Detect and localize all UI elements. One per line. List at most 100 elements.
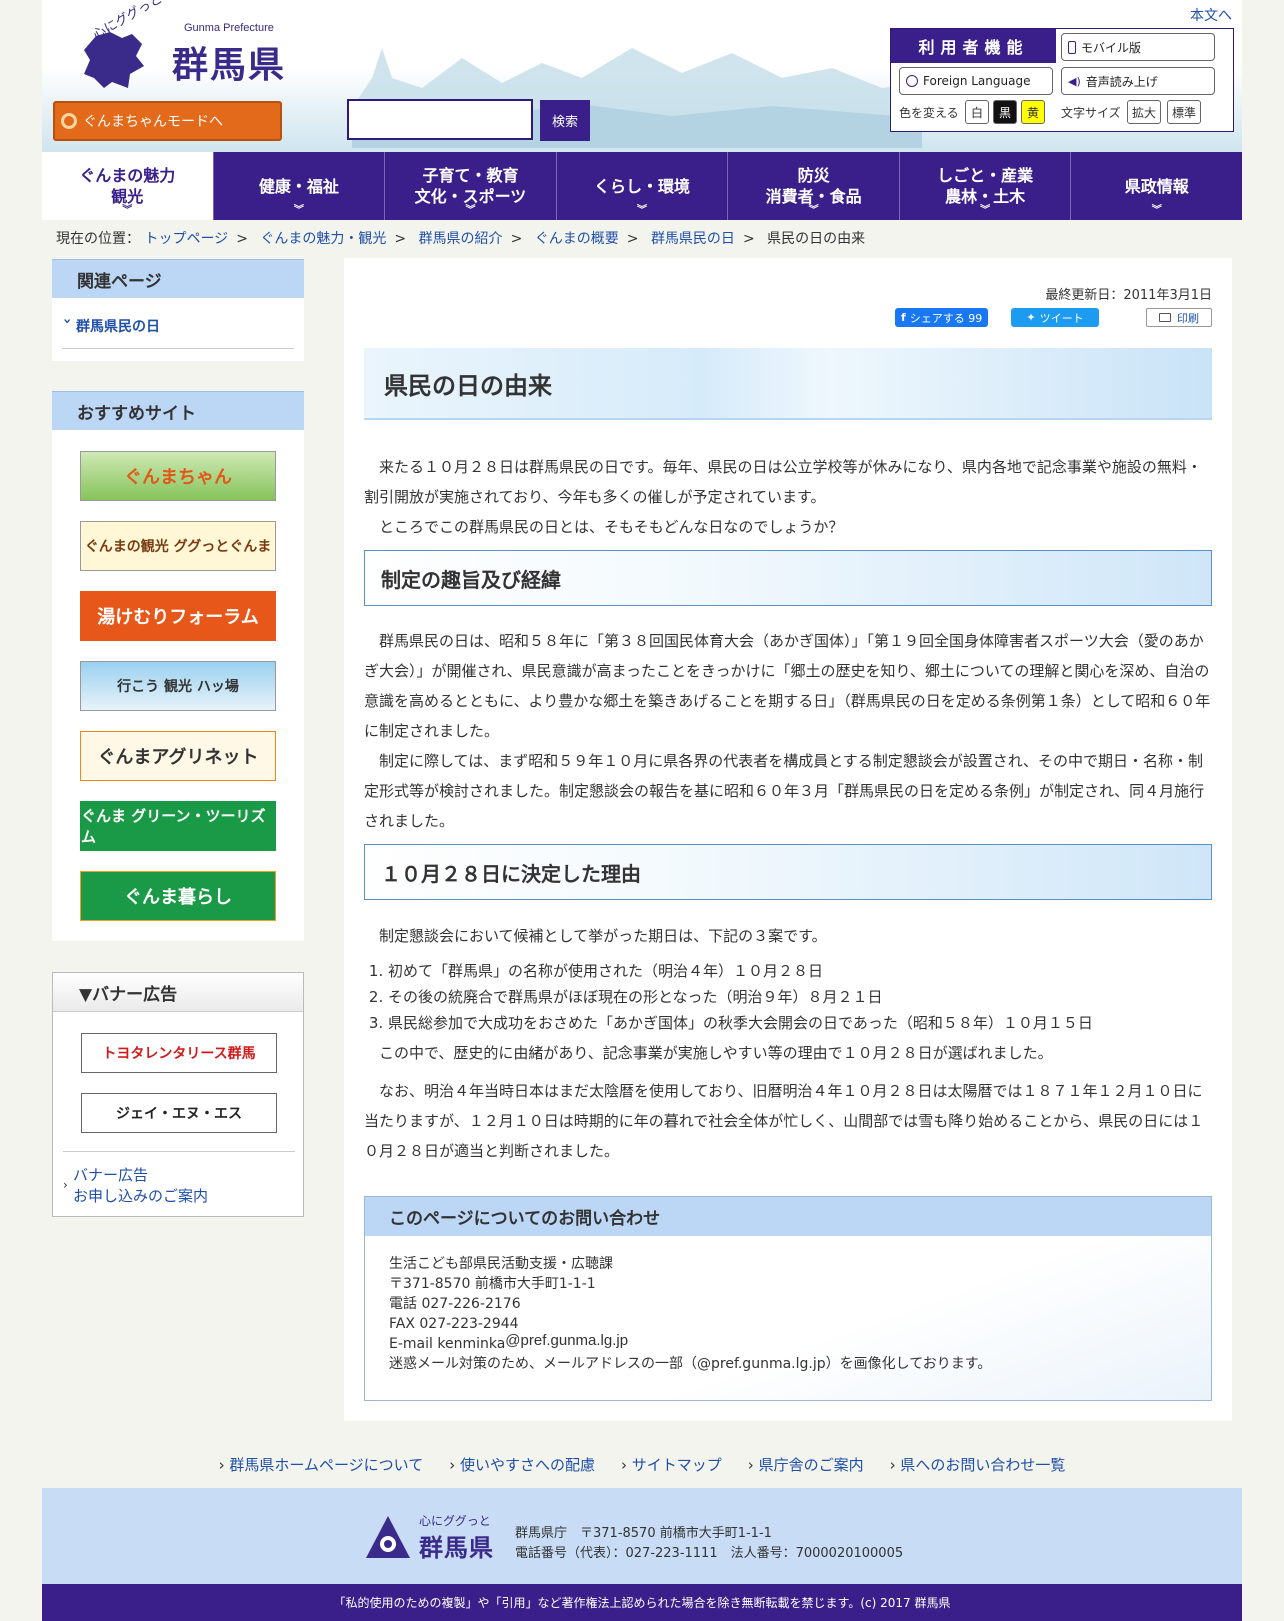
contact-department: 生活こども部県民活動支援・広聴課: [389, 1256, 613, 1272]
breadcrumb-link[interactable]: 群馬県の紹介: [419, 231, 503, 247]
contact-address: 〒371-8570 前橋市大手町1-1-1: [389, 1276, 596, 1292]
site-logo[interactable]: 心にググっと Gunma Prefecture 群馬県: [60, 0, 290, 92]
breadcrumb-link[interactable]: トップページ: [144, 231, 228, 247]
breadcrumb-link[interactable]: 群馬県民の日: [651, 231, 735, 247]
list-item: 県民総参加で大成功をおさめた「あかぎ国体」の秋季大会開会の日であった（昭和５８年…: [388, 1010, 1208, 1036]
banner-yamba[interactable]: 行こう 観光 ハッ場: [80, 661, 276, 711]
footer-link-sitemap[interactable]: サイトマップ: [621, 1454, 722, 1478]
contact-email: E-mail kenminka@pref.gunma.lg.jp: [389, 1332, 991, 1354]
font-size-label: 文字サイズ: [1061, 106, 1121, 120]
gunma-mode-label: ぐんまちゃんモードへ: [83, 114, 223, 130]
speaker-icon: ◀): [1068, 74, 1081, 88]
link-text: バナー広告: [73, 1166, 149, 1184]
footer-info: 群馬県庁 〒371-8570 前橋市大手町1-1-1 電話番号（代表）：027-…: [515, 1524, 903, 1564]
color-white-button[interactable]: 白: [965, 100, 989, 124]
divider: [63, 1151, 295, 1152]
page-title: 県民の日の由来: [364, 348, 1212, 420]
banner-gunma-kurashi[interactable]: ぐんま暮らし: [80, 871, 276, 921]
section-heading-reason: １０月２８日に決定した理由: [364, 844, 1212, 900]
banner-gunma-kanko[interactable]: ぐんまの観光 ググっとぐんま: [80, 521, 276, 571]
banner-text: 湯けむりフォーラム: [97, 607, 259, 628]
tweet-button[interactable]: ✦ ツイート: [1011, 308, 1099, 327]
contact-heading: このページについてのお問い合わせ: [365, 1197, 1211, 1236]
banner-agrinet[interactable]: ぐんまアグリネット: [80, 731, 276, 781]
gnav-label: くらし・環境: [594, 176, 691, 196]
mobile-version-button[interactable]: モバイル版: [1061, 33, 1215, 61]
logo-japanese: 群馬県: [172, 45, 287, 86]
copyright: 「私的使用のための複製」や「引用」など著作権法上認められた場合を除き無断転載を禁…: [42, 1584, 1242, 1621]
color-change-label: 色を変える: [899, 106, 959, 120]
skip-to-content-link[interactable]: 本文へ: [1190, 5, 1232, 25]
reason-note: なお、明治４年当時日本はまだ太陰暦を使用しており、旧暦明治４年１０月２８日は太陽…: [364, 1082, 1204, 1160]
banner-text: ぐんまの観光 ググっとぐんま: [84, 539, 272, 555]
gunma-chan-mode-button[interactable]: ぐんまちゃんモードへ: [53, 101, 282, 141]
banner-ad-info-link[interactable]: › バナー広告 お申し込みのご案内: [63, 1165, 208, 1207]
gunma-map-icon: [84, 32, 144, 88]
related-pages-heading: 関連ページ: [52, 259, 304, 298]
foreign-language-button[interactable]: Foreign Language: [899, 67, 1053, 95]
list-item: その後の統廃合で群馬県がほぼ現在の形となった（明治９年）８月２１日: [388, 984, 1208, 1010]
font-enlarge-button[interactable]: 拡大: [1127, 100, 1162, 124]
gnav-item-childcare-education[interactable]: 子育て・教育 文化・スポーツ ︾: [385, 152, 557, 220]
contact-details: 生活こども部県民活動支援・広聴課 〒371-8570 前橋市大手町1-1-1 電…: [389, 1254, 991, 1374]
banner-text: ぐんまアグリネット: [97, 747, 259, 768]
gnav-label: しごと・産業: [937, 166, 1034, 185]
share-label: シェアする 99: [909, 311, 983, 325]
breadcrumb-separator: >: [626, 231, 639, 247]
list-item: 初めて「群馬県」の名称が使用された（明治４年）１０月２８日: [388, 958, 1208, 984]
ad-toyota-rent-lease[interactable]: トヨタレンタリース群馬: [81, 1033, 277, 1073]
contact-email-note: 迷惑メール対策のため、メールアドレスの一部（@pref.gunma.lg.jp）…: [389, 1356, 992, 1372]
last-updated: 最終更新日：2011年3月1日: [1045, 288, 1212, 303]
banner-text: 行こう 観光 ハッ場: [117, 679, 239, 695]
search-button[interactable]: 検索: [540, 100, 590, 141]
user-functions-title: 利用者機能: [891, 29, 1056, 63]
breadcrumb-separator: >: [510, 231, 523, 247]
gnav-item-prefectural-info[interactable]: 県政情報 ︾: [1071, 152, 1242, 220]
gnav-label: 観光: [111, 187, 144, 206]
gnav-label: 農林・土木: [945, 187, 1026, 206]
footer-link-inquiries[interactable]: 県へのお問い合わせ一覧: [890, 1454, 1065, 1478]
gnav-item-work-industry[interactable]: しごと・産業 農林・土木 ︾: [900, 152, 1072, 220]
color-black-button[interactable]: 黒: [993, 100, 1017, 124]
gnav-item-living-environment[interactable]: くらし・環境 ︾: [557, 152, 729, 220]
breadcrumb-separator: >: [742, 231, 755, 247]
banner-green-tourism[interactable]: ぐんま グリーン・ツーリズム: [80, 801, 276, 851]
voice-reading-button[interactable]: ◀) 音声読み上げ: [1061, 67, 1215, 95]
email-local: E-mail kenminka: [389, 1336, 506, 1352]
chevron-down-icon: ︾: [980, 205, 991, 216]
facebook-share-button[interactable]: f シェアする 99: [895, 308, 989, 327]
banner-text: ぐんまちゃん: [124, 467, 232, 488]
breadcrumb-link[interactable]: ぐんまの概要: [535, 231, 619, 247]
voice-label: 音声読み上げ: [1085, 74, 1158, 89]
purpose-paragraph-2: 制定に際しては、まず昭和５９年１０月に県各界の代表者を構成員とする制定懇談会が設…: [364, 752, 1205, 830]
recommended-sites-heading: おすすめサイト: [52, 391, 304, 430]
intro-paragraph: 来たる１０月２８日は群馬県民の日です。毎年、県民の日は公立学校等が休みになり、県…: [364, 458, 1202, 506]
gnav-label: 文化・スポーツ: [414, 187, 527, 206]
ad-jns[interactable]: ジェイ・エヌ・エス: [81, 1093, 277, 1133]
search-input[interactable]: [347, 99, 533, 140]
related-pages-box: 関連ページ 群馬県民の日: [52, 259, 304, 361]
color-yellow-button[interactable]: 黄: [1021, 100, 1045, 124]
footer-link-office-guide[interactable]: 県庁舎のご案内: [748, 1454, 864, 1478]
section-heading-purpose: 制定の趣旨及び経緯: [364, 550, 1212, 606]
globe-icon: [906, 75, 918, 87]
gnav-item-attraction-tourism[interactable]: ぐんまの魅力 観光 ︾: [42, 152, 214, 220]
footer-link-about[interactable]: 群馬県ホームページについて: [219, 1454, 423, 1478]
breadcrumb-link[interactable]: ぐんまの魅力・観光: [260, 231, 386, 247]
banner-yukemuri-forum[interactable]: 湯けむりフォーラム: [80, 591, 276, 641]
print-button[interactable]: 印刷: [1146, 308, 1212, 327]
reason-intro: 制定懇談会において候補として挙がった期日は、下記の３案です。: [364, 927, 827, 945]
chevron-down-icon: ︾: [293, 205, 304, 216]
banner-gunmachan[interactable]: ぐんまちゃん: [80, 451, 276, 501]
footer-link-accessibility[interactable]: 使いやすさへの配慮: [449, 1454, 595, 1478]
font-normal-button[interactable]: 標準: [1167, 100, 1202, 124]
breadcrumb-label: 現在の位置：: [56, 231, 140, 247]
gnav-label: 県政情報: [1124, 176, 1189, 196]
prefecture-emblem-icon: [366, 1516, 410, 1558]
related-link-kenmin-day[interactable]: 群馬県民の日: [62, 308, 294, 349]
gnav-label: 子育て・教育: [422, 166, 519, 185]
candidate-dates-list: 初めて「群馬県」の名称が使用された（明治４年）１０月２８日 その後の統廃合で群馬…: [388, 958, 1208, 1036]
contact-fax: FAX 027-223-2944: [389, 1316, 519, 1332]
gnav-item-disaster-consumer[interactable]: 防災 消費者・食品 ︾: [728, 152, 900, 220]
gnav-item-health-welfare[interactable]: 健康・福祉 ︾: [214, 152, 386, 220]
